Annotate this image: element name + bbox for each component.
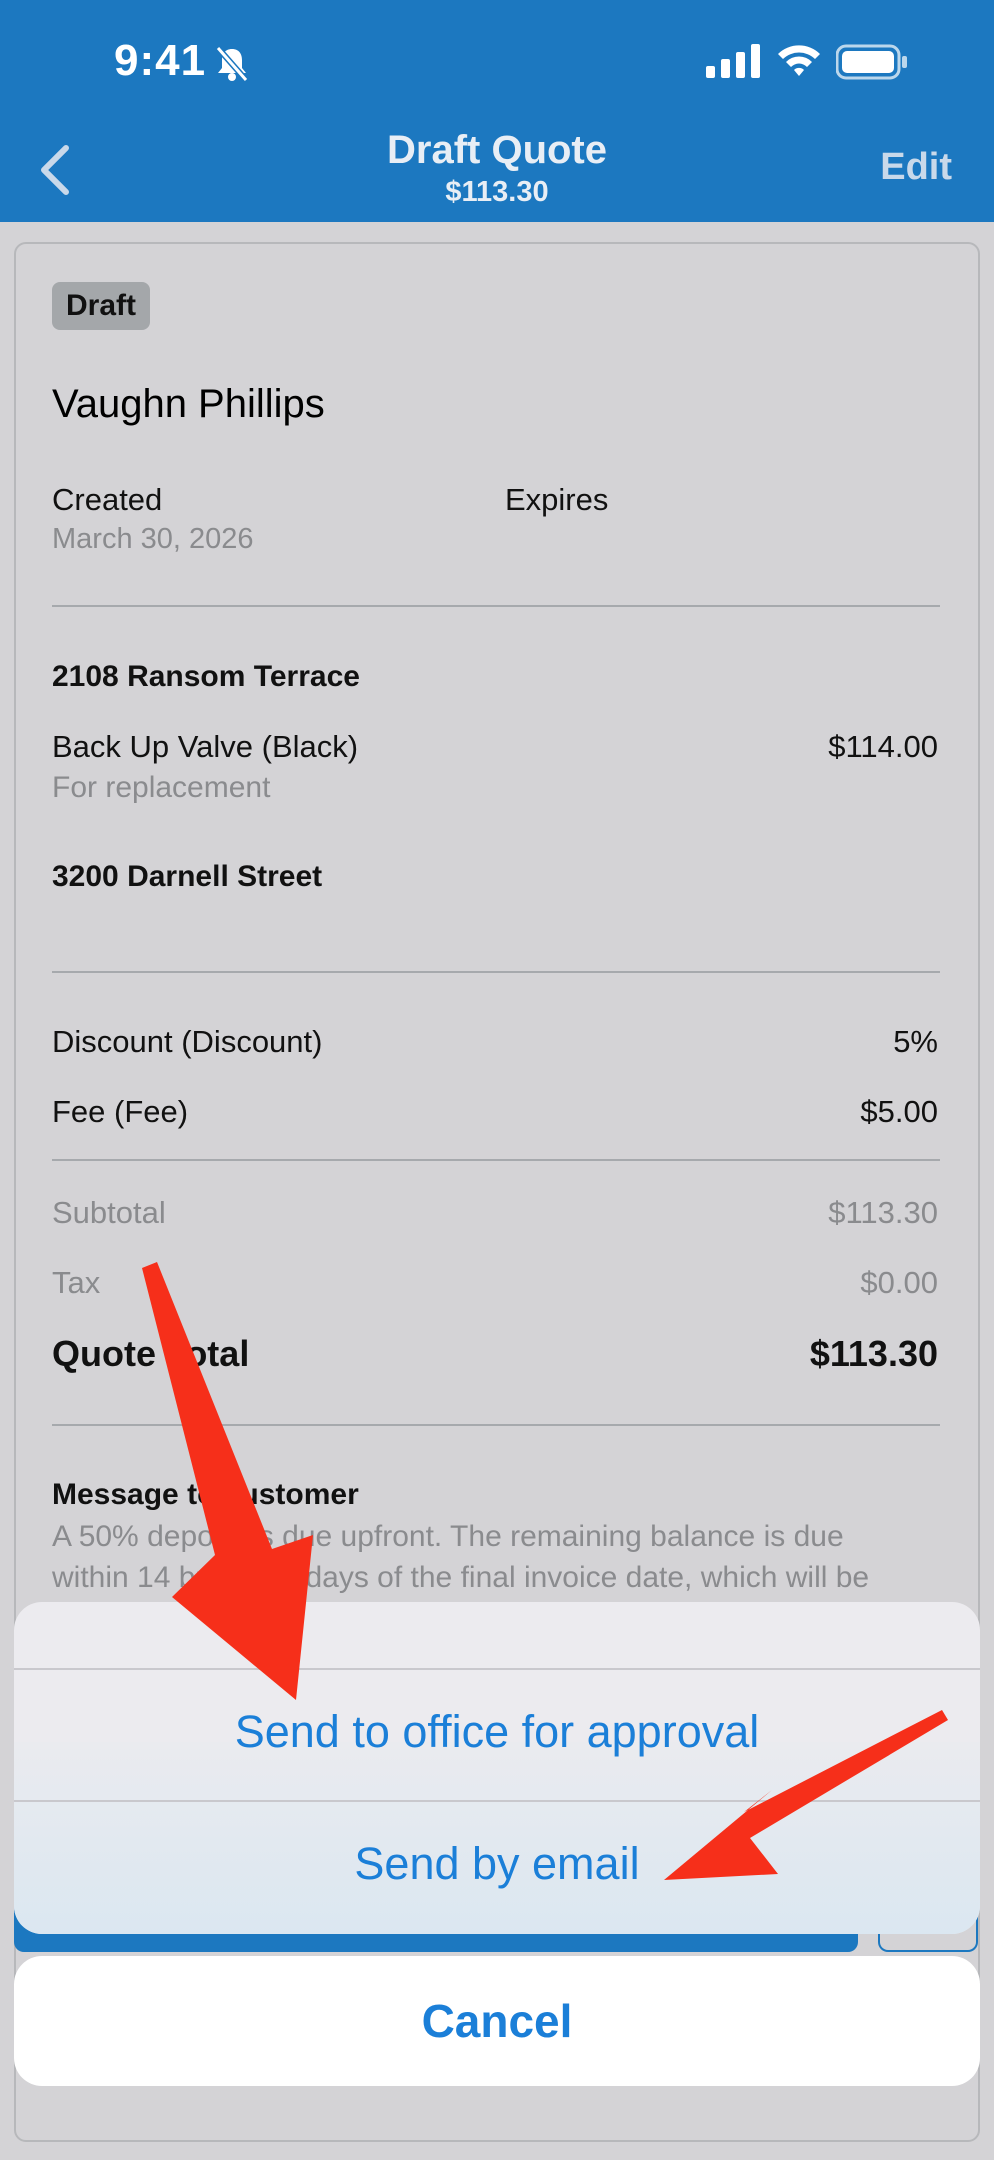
property-address: 3200 Darnell Street xyxy=(52,860,323,893)
send-to-office-button[interactable]: Send to office for approval xyxy=(14,1706,980,1758)
message-label: Message to customer xyxy=(52,1478,359,1511)
expires-label: Expires xyxy=(505,482,609,517)
line-item-name: Back Up Valve (Black) xyxy=(52,729,359,764)
cancel-button[interactable]: Cancel xyxy=(14,1956,980,2086)
created-label: Created xyxy=(52,482,163,517)
created-date: March 30, 2026 xyxy=(52,523,254,555)
subtotal-value: $113.30 xyxy=(828,1195,938,1230)
discount-label: Discount (Discount) xyxy=(52,1024,323,1059)
battery-icon xyxy=(836,44,907,80)
action-sheet: Send to office for approval Send by emai… xyxy=(14,1602,980,1934)
quote-total-label: Quote Total xyxy=(52,1333,250,1374)
message-text-line: within 14 business days of the final inv… xyxy=(52,1561,870,1594)
divider xyxy=(14,1668,980,1670)
client-name: Vaughn Phillips xyxy=(52,382,325,426)
silent-mode-icon xyxy=(215,46,249,82)
message-text-line: A 50% deposit is due upfront. The remain… xyxy=(52,1520,844,1553)
wifi-icon xyxy=(778,45,820,76)
quote-total-value: $113.30 xyxy=(809,1333,938,1374)
navigation-bar: 9:41 Draft Quote $113.30 Edit xyxy=(0,0,994,222)
send-by-email-button[interactable]: Send by email xyxy=(14,1838,980,1890)
divider xyxy=(52,605,940,607)
divider xyxy=(14,1800,980,1802)
discount-value: 5% xyxy=(893,1024,938,1059)
property-address: 2108 Ransom Terrace xyxy=(52,660,360,693)
divider xyxy=(52,1424,940,1426)
line-item-price: $114.00 xyxy=(828,729,938,764)
divider xyxy=(52,971,940,973)
tax-label: Tax xyxy=(52,1265,101,1300)
fee-label: Fee (Fee) xyxy=(52,1094,189,1129)
fee-value: $5.00 xyxy=(860,1094,938,1129)
line-item-description: For replacement xyxy=(52,771,271,804)
edit-button[interactable]: Edit xyxy=(880,146,952,189)
page-title: Draft Quote xyxy=(387,128,607,172)
tax-value: $0.00 xyxy=(860,1265,938,1300)
subtotal-label: Subtotal xyxy=(52,1195,166,1230)
divider xyxy=(52,1159,940,1161)
status-time: 9:41 xyxy=(114,36,207,85)
status-bar: 9:41 xyxy=(0,0,994,120)
page-subtitle-total: $113.30 xyxy=(445,176,549,208)
cellular-signal-icon xyxy=(706,44,760,78)
status-badge: Draft xyxy=(52,282,150,330)
